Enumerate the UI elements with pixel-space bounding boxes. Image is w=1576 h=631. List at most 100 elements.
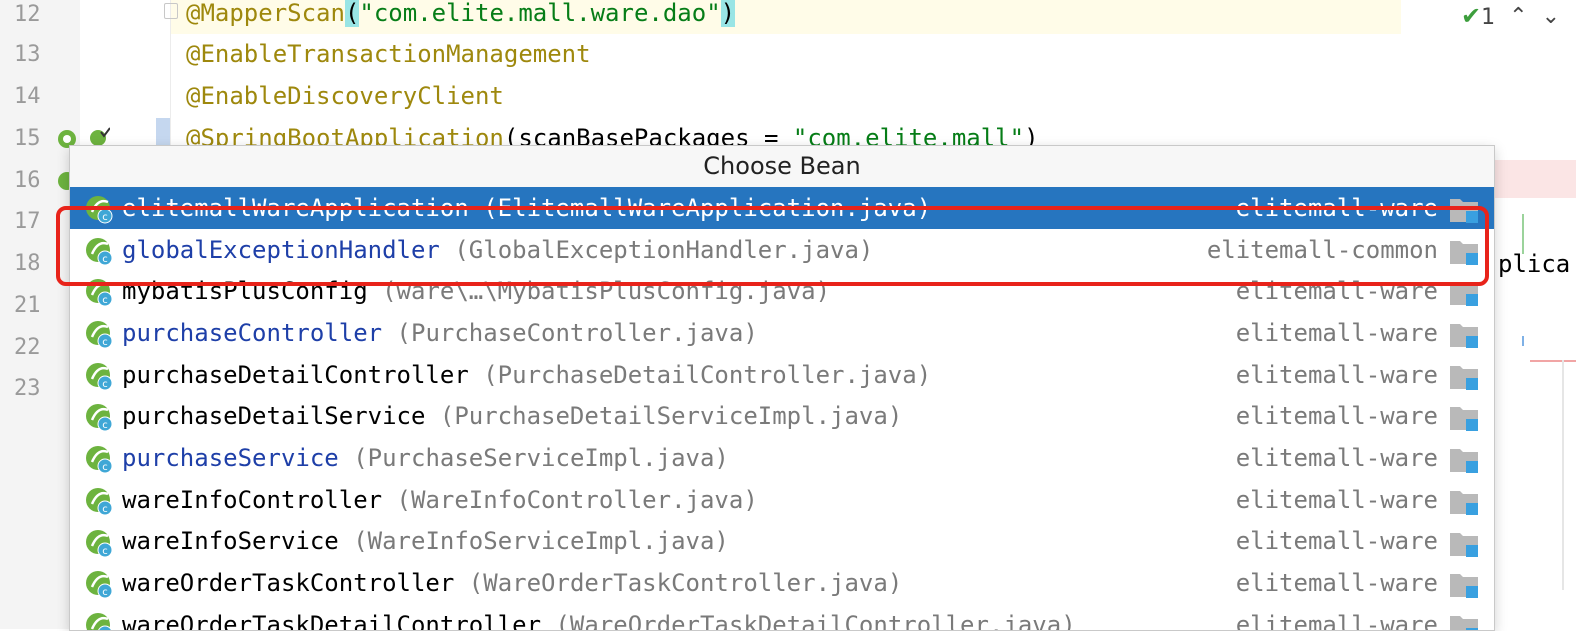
annotation-enable-discovery: @EnableDiscoveryClient — [186, 82, 504, 110]
svg-text:c: c — [102, 212, 108, 223]
bean-row[interactable]: c mybatisPlusConfig (ware\…\MybatisPlusCo… — [70, 270, 1494, 312]
bean-row[interactable]: c wareInfoController (WareInfoController.… — [70, 479, 1494, 521]
code-line-12[interactable]: @MapperScan("com.elite.mall.ware.dao") — [186, 0, 736, 34]
bean-list: c elitemallWareApplication (ElitemallWare… — [70, 187, 1494, 631]
module-folder-icon — [1450, 407, 1478, 432]
inspection-widget: ✔1 ⌃ ⌄ — [1461, 2, 1560, 30]
error-stripe — [1530, 360, 1576, 362]
bean-name: purchaseDetailService (PurchaseDetailSer… — [122, 402, 902, 430]
inspection-count: 1 — [1481, 5, 1496, 30]
bean-module: elitemall-ware — [1235, 610, 1438, 631]
svg-text:c: c — [102, 462, 108, 473]
bean-module: elitemall-ware — [1235, 318, 1438, 347]
bean-name-text: mybatisPlusConfig — [122, 277, 368, 306]
bean-module: elitemall-ware — [1235, 485, 1438, 514]
bean-name: mybatisPlusConfig (ware\…\MybatisPlusCon… — [122, 277, 830, 305]
line-number: 17 — [14, 209, 41, 234]
svg-text:c: c — [102, 337, 108, 348]
svg-text:c: c — [102, 379, 108, 390]
paren-open: ( — [344, 0, 360, 27]
svg-text:c: c — [102, 295, 108, 306]
bean-source-file: (ElitemallWareApplication.java) — [468, 193, 932, 222]
module-folder-icon — [1450, 615, 1478, 630]
module-folder-icon — [1450, 240, 1478, 265]
module-folder-icon — [1450, 365, 1478, 390]
module-folder-icon — [1450, 324, 1478, 349]
bean-name: purchaseService (PurchaseServiceImpl.jav… — [122, 444, 729, 472]
bean-source-file: (PurchaseDetailServiceImpl.java) — [425, 402, 903, 431]
bean-row[interactable]: c wareOrderTaskDetailController (WareOrde… — [70, 604, 1494, 631]
bean-name: globalExceptionHandler (GlobalExceptionH… — [122, 236, 873, 264]
bean-source-file: (PurchaseServiceImpl.java) — [338, 443, 729, 472]
code-line-13[interactable]: @EnableTransactionManagement — [186, 33, 591, 75]
annotation-mapper-scan: @MapperScan — [186, 0, 345, 27]
svg-text:c: c — [102, 504, 108, 515]
bean-name-text: wareInfoService — [122, 527, 339, 556]
bean-module: elitemall-ware — [1235, 569, 1438, 598]
bean-name: elitemallWareApplication (ElitemallWareA… — [122, 194, 931, 222]
line-number: 12 — [14, 2, 41, 27]
code-fragment-right: plica — [1498, 250, 1571, 278]
line-number: 16 — [14, 168, 41, 193]
spring-bean-icon: c — [86, 237, 113, 266]
bean-name-text: purchaseController — [122, 318, 383, 347]
bean-row[interactable]: c purchaseDetailService (PurchaseDetailSe… — [70, 395, 1494, 437]
bean-row[interactable]: c globalExceptionHandler (GlobalException… — [70, 229, 1494, 271]
line-number: 14 — [14, 84, 41, 109]
gutter-selection-marker — [156, 118, 170, 146]
inspection-ok-icon[interactable]: ✔1 — [1461, 2, 1495, 30]
bean-name: wareInfoController (WareInfoController.j… — [122, 486, 758, 514]
bean-row[interactable]: c elitemallWareApplication (ElitemallWare… — [70, 187, 1494, 229]
bean-module: elitemall-ware — [1235, 277, 1438, 306]
spring-bean-icon: c — [86, 321, 113, 349]
bean-row[interactable]: c wareInfoService (WareInfoServiceImpl.ja… — [70, 521, 1494, 563]
spring-bean-icon: c — [86, 446, 113, 474]
next-highlight-icon[interactable]: ⌄ — [1542, 4, 1560, 29]
svg-text:c: c — [102, 254, 108, 265]
bean-name-text: elitemallWareApplication — [122, 193, 469, 222]
bean-module: elitemall-ware — [1235, 527, 1438, 556]
line-number: 18 — [14, 251, 41, 276]
code-line-14[interactable]: @EnableDiscoveryClient — [186, 75, 504, 117]
module-folder-icon — [1450, 532, 1478, 557]
module-folder-icon — [1450, 574, 1478, 599]
bean-name-text: globalExceptionHandler — [122, 235, 440, 264]
spring-bean-icon: c — [86, 571, 113, 599]
bean-name-text: purchaseService — [122, 443, 339, 472]
bean-row[interactable]: c wareOrderTaskController (WareOrderTaskC… — [70, 562, 1494, 604]
bean-row[interactable]: c purchaseService (PurchaseServiceImpl.ja… — [70, 437, 1494, 479]
scrollbar-track[interactable] — [1562, 360, 1564, 590]
module-folder-icon — [1450, 199, 1478, 223]
paren-close: ) — [720, 0, 736, 27]
module-folder-icon — [1450, 282, 1478, 307]
bean-name: purchaseDetailController (PurchaseDetail… — [122, 361, 931, 389]
bean-row[interactable]: c purchaseDetailController (PurchaseDetai… — [70, 354, 1494, 396]
bean-source-file: (WareOrderTaskDetailController.java) — [541, 610, 1076, 631]
bean-name-text: wareInfoController — [122, 485, 383, 514]
module-folder-icon — [1450, 490, 1478, 515]
bean-module: elitemall-ware — [1235, 443, 1438, 472]
module-folder-icon — [1450, 449, 1478, 474]
spring-bean-icon: c — [86, 362, 113, 391]
line-number: 23 — [14, 376, 41, 401]
bean-name: wareOrderTaskController (WareOrderTaskCo… — [122, 569, 902, 597]
bean-source-file: (ware\…\MybatisPlusConfig.java) — [367, 277, 831, 306]
spring-bean-icon: c — [86, 279, 113, 307]
line-number: 13 — [14, 42, 41, 67]
bean-source-file: (WareOrderTaskController.java) — [454, 569, 903, 598]
bean-name: wareInfoService (WareInfoServiceImpl.jav… — [122, 527, 729, 555]
line-number: 21 — [14, 293, 41, 318]
line-number: 22 — [14, 335, 41, 360]
previous-highlight-icon[interactable]: ⌃ — [1509, 4, 1527, 29]
bean-source-file: (WareInfoServiceImpl.java) — [338, 527, 729, 556]
bean-name-text: purchaseDetailController — [122, 360, 469, 389]
change-marker — [1522, 336, 1524, 346]
error-line-highlight — [1494, 160, 1576, 198]
bean-source-file: (GlobalExceptionHandler.java) — [439, 235, 874, 264]
spring-bean-icon: c — [86, 612, 112, 630]
bean-module: elitemall-ware — [1235, 360, 1438, 389]
fold-marker-icon[interactable] — [164, 3, 178, 19]
bean-row[interactable]: c purchaseController (PurchaseController.… — [70, 312, 1494, 354]
line-number: 15 — [14, 126, 41, 151]
spring-bean-icon: c — [86, 487, 113, 516]
